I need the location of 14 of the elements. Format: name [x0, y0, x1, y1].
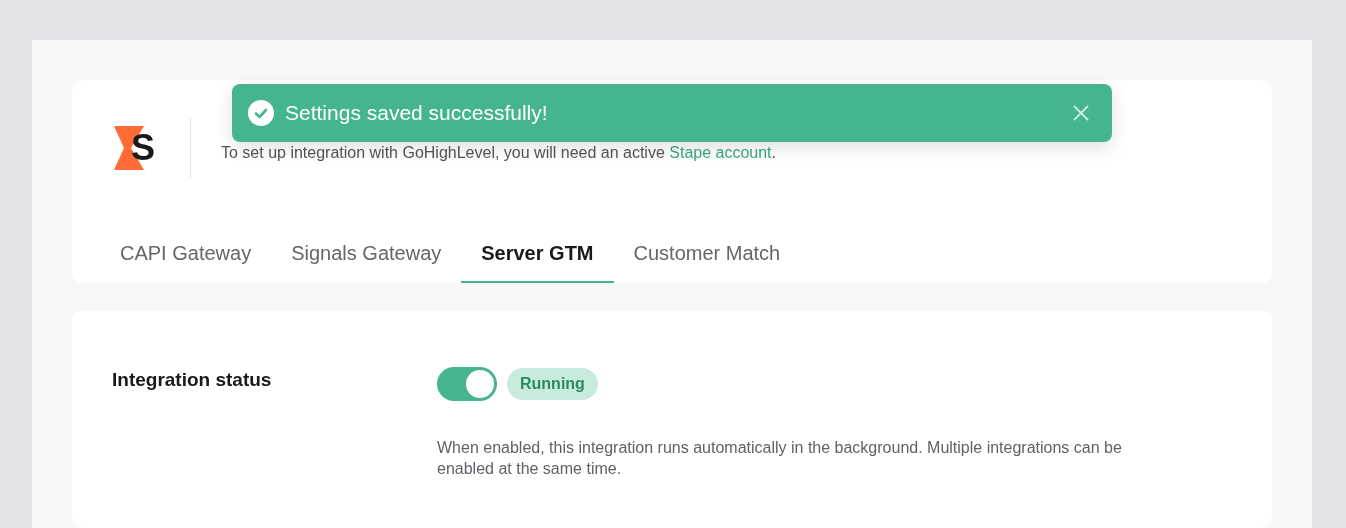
- toggle-switch[interactable]: [437, 367, 497, 401]
- tab[interactable]: CAPI Gateway: [100, 232, 272, 283]
- tab[interactable]: Server GTM: [461, 232, 614, 283]
- stape-account-link[interactable]: Stape account: [669, 144, 772, 161]
- description: When enabled, this integration runs automatically in the background. Multiple integrations can be enabled at the same time.: [437, 438, 1123, 479]
- tab[interactable]: Customer Match: [613, 232, 801, 283]
- close-button[interactable]: [1072, 104, 1090, 122]
- tab[interactable]: Signals Gateway: [271, 232, 462, 283]
- check-icon: [248, 100, 274, 126]
- status-badge: Running: [507, 368, 598, 400]
- toast-message: Settings saved successfully!: [285, 101, 549, 125]
- close-icon: [1072, 104, 1090, 122]
- integration-status-label: Integration status: [112, 368, 273, 392]
- subtitle: To set up integration with GoHighLevel, you will need an active Stape account.: [221, 144, 776, 162]
